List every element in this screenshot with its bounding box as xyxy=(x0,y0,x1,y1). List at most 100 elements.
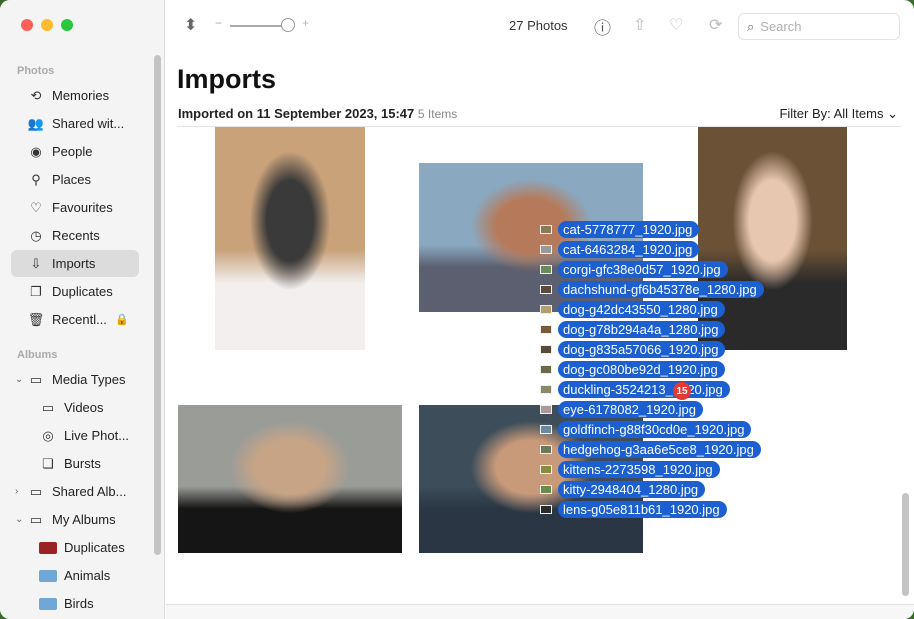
slider-knob[interactable] xyxy=(281,18,295,32)
sidebar-scrollbar[interactable] xyxy=(154,55,161,555)
chevron-down-icon[interactable]: ⌄ xyxy=(15,374,23,385)
places-icon: ⚲ xyxy=(31,171,41,187)
sidebar-item-places[interactable]: ⚲ Places xyxy=(11,166,139,193)
zoom-in-icon[interactable]: + xyxy=(302,16,309,30)
drag-file-item: eye-6178082_1920.jpg xyxy=(540,399,764,419)
filter-dropdown[interactable]: Filter By: All Items ⌄ xyxy=(779,106,898,122)
share-icon[interactable]: ⇧ xyxy=(633,15,646,35)
sidebar-item-label: Favourites xyxy=(52,200,113,215)
file-thumbnail-icon xyxy=(540,444,552,454)
sidebar-item-label: People xyxy=(52,144,93,159)
sidebar-item-imports[interactable]: ⇩ Imports xyxy=(11,250,139,277)
file-thumbnail-icon xyxy=(540,344,552,354)
photos-window: Photos ⟲ Memories 👥 Shared wit... ◉ People ⚲ Pl… xyxy=(0,0,914,619)
live-photo-icon: ◎ xyxy=(42,427,54,443)
file-name: cat-5778777_1920.jpg xyxy=(558,220,700,238)
album-thumb-animals-icon xyxy=(39,567,57,585)
minimize-button[interactable] xyxy=(41,19,53,31)
sidebar-item-shared-alb[interactable]: › ▭ Shared Alb... xyxy=(11,478,139,505)
sidebar-item-live-phot[interactable]: ◎ Live Phot... xyxy=(11,422,139,449)
album-thumbnail xyxy=(39,541,57,554)
bursts-icon: ❏ xyxy=(42,455,54,471)
file-name: kittens-2273598_1920.jpg xyxy=(558,460,720,478)
sidebar-item-media-types[interactable]: ⌄ ▭ Media Types xyxy=(11,366,139,393)
file-name: duckling-3524213_1920.jpg xyxy=(558,380,730,398)
sidebar-item-animals[interactable]: Animals xyxy=(11,562,139,589)
file-thumbnail-icon xyxy=(540,424,552,434)
close-button[interactable] xyxy=(21,19,33,31)
people-icon: ◉ xyxy=(30,143,42,159)
album-stack-icon: ▭ xyxy=(29,371,43,387)
sidebar: Photos ⟲ Memories 👥 Shared wit... ◉ People ⚲ Pl… xyxy=(0,0,165,619)
chevron-down-icon[interactable]: ⌄ xyxy=(15,514,23,525)
sidebar-item-my-albums[interactable]: ⌄ ▭ My Albums xyxy=(11,506,139,533)
file-name: corgi-gfc38e0d57_1920.jpg xyxy=(558,260,728,278)
sidebar-item-videos[interactable]: ▭ Videos xyxy=(11,394,139,421)
sidebar-item-label: Duplicates xyxy=(52,284,113,299)
lock-icon: 🔒 xyxy=(115,314,129,326)
drag-file-item: duckling-3524213_1920.jpg xyxy=(540,379,764,399)
file-name: dachshund-gf6b45378e_1280.jpg xyxy=(558,280,764,298)
drag-file-item: dog-gc080be92d_1920.jpg xyxy=(540,359,764,379)
drag-count-badge: 15 xyxy=(673,382,691,400)
photo-tile-woman-brick-wall[interactable] xyxy=(178,405,402,553)
sidebar-item-duplicates[interactable]: ❐ Duplicates xyxy=(11,278,139,305)
file-thumbnail-icon xyxy=(540,264,552,274)
zoom-out-icon[interactable]: − xyxy=(215,16,222,30)
sidebar-item-label: Live Phot... xyxy=(64,428,130,443)
drag-file-item: cat-6463284_1920.jpg xyxy=(540,239,764,259)
trash-icon: 🗑 xyxy=(27,311,45,327)
sidebar-item-memories[interactable]: ⟲ Memories xyxy=(11,82,139,109)
sidebar-item-label: Memories xyxy=(52,88,110,103)
sidebar-item-label: My Albums xyxy=(52,512,116,527)
sidebar-item-label: Imports xyxy=(52,256,96,271)
chevron-down-icon: ⌄ xyxy=(887,106,898,121)
sidebar-item-label: Bursts xyxy=(64,456,101,471)
drag-file-item: dog-g78b294a4a_1280.jpg xyxy=(540,319,764,339)
file-thumbnail-icon xyxy=(540,404,552,414)
drag-file-item: corgi-gfc38e0d57_1920.jpg xyxy=(540,259,764,279)
sidebar-item-bursts[interactable]: ❏ Bursts xyxy=(11,450,139,477)
sidebar-item-people[interactable]: ◉ People xyxy=(11,138,139,165)
sidebar-item-recents[interactable]: ◷ Recents xyxy=(11,222,139,249)
chevron-right-icon[interactable]: › xyxy=(15,486,18,497)
section-albums-label: Albums xyxy=(17,349,58,361)
sidebar-item-duplicates[interactable]: Duplicates xyxy=(11,534,139,561)
file-name: dog-gc080be92d_1920.jpg xyxy=(558,360,725,378)
sidebar-item-label: Birds xyxy=(64,596,94,611)
slider-track[interactable] xyxy=(230,25,288,27)
drag-file-item: kitty-2948404_1280.jpg xyxy=(540,479,764,499)
main-scrollbar[interactable] xyxy=(902,493,909,596)
file-name: dog-g78b294a4a_1280.jpg xyxy=(558,320,726,338)
rotate-icon[interactable]: ⟳ xyxy=(709,15,722,35)
filter-label: Filter By: All Items xyxy=(779,106,884,121)
sidebar-item-label: Videos xyxy=(64,400,104,415)
page-title: Imports xyxy=(177,64,277,94)
sidebar-item-recentl[interactable]: 🗑 Recentl... 🔒 xyxy=(11,306,139,333)
sidebar-item-birds[interactable]: Birds xyxy=(11,590,139,617)
file-thumbnail-icon xyxy=(540,384,552,394)
sidebar-item-label: Places xyxy=(52,172,92,187)
sidebar-item-label: Shared Alb... xyxy=(52,484,127,499)
drag-file-item: dog-g835a57066_1920.jpg xyxy=(540,339,764,359)
shared-with-you-icon: 👥 xyxy=(27,115,45,131)
info-icon[interactable]: ⓘ xyxy=(594,14,611,39)
zoom-button[interactable] xyxy=(61,19,73,31)
drag-file-item: lens-g05e811b61_1920.jpg xyxy=(540,499,764,519)
drag-file-item: cat-5778777_1920.jpg xyxy=(540,219,764,239)
file-thumbnail-icon xyxy=(540,244,552,254)
search-input[interactable] xyxy=(760,19,881,34)
file-name: lens-g05e811b61_1920.jpg xyxy=(558,500,727,518)
video-icon: ▭ xyxy=(41,399,55,415)
drag-file-item: dachshund-gf6b45378e_1280.jpg xyxy=(540,279,764,299)
search-field[interactable]: ⌕ xyxy=(738,13,900,40)
favourite-heart-icon[interactable]: ♡ xyxy=(669,15,683,35)
bottom-bar xyxy=(166,604,914,619)
file-thumbnail-icon xyxy=(540,324,552,334)
sidebar-item-shared-wit[interactable]: 👥 Shared wit... xyxy=(11,110,139,137)
file-name: dog-g42dc43550_1280.jpg xyxy=(558,300,725,318)
aspect-toggle-icon[interactable]: ⬍ xyxy=(184,15,197,35)
album-thumbnail xyxy=(39,597,57,610)
photo-tile-man-with-glasses[interactable] xyxy=(215,127,365,350)
sidebar-item-favourites[interactable]: ♡ Favourites xyxy=(11,194,139,221)
